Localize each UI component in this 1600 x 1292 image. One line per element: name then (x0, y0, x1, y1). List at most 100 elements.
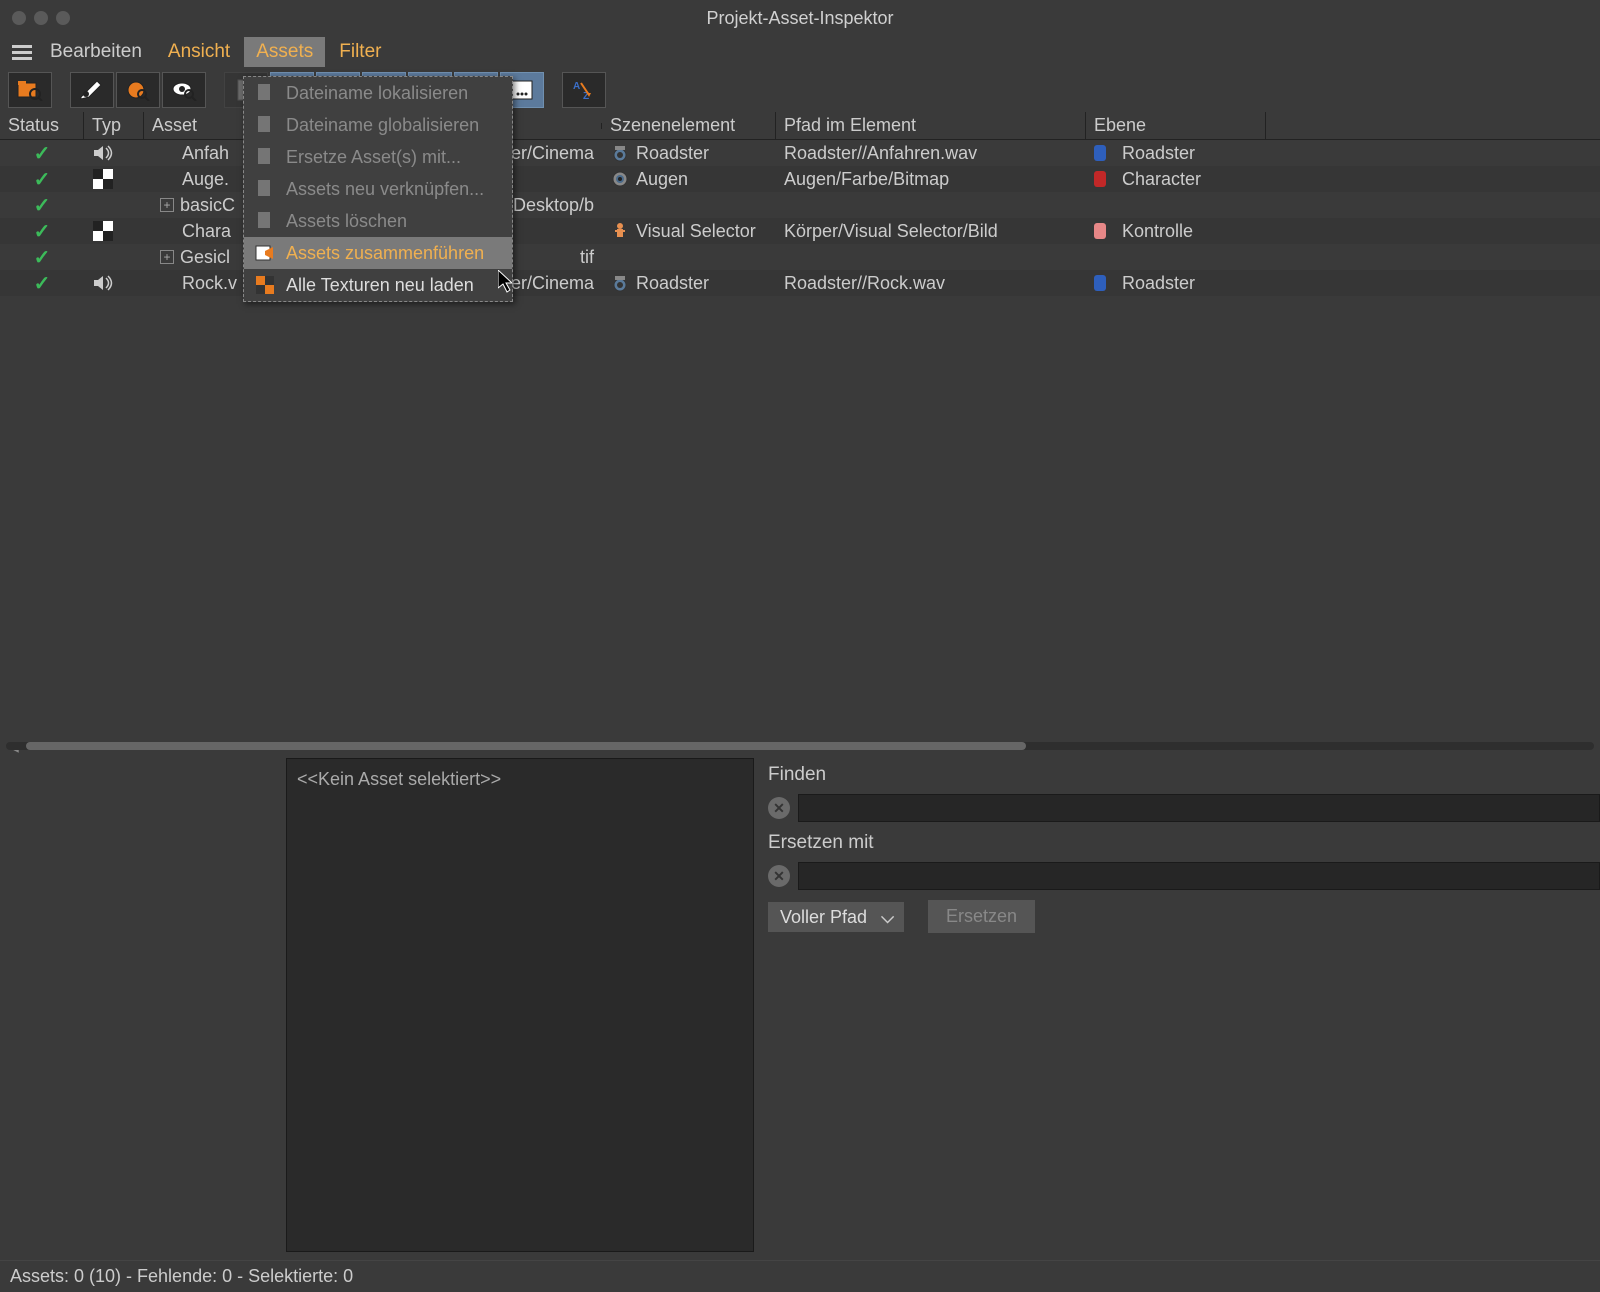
scrollbar-thumb[interactable] (26, 742, 1026, 750)
sort-az-icon[interactable]: AZ (562, 72, 606, 108)
status-ok-icon: ✓ (34, 245, 51, 270)
layer-name: Kontrolle (1122, 221, 1193, 242)
pencil-missing-icon[interactable] (70, 72, 114, 108)
table-row[interactable]: ✓ +Gesicl tif (0, 244, 1600, 270)
path-fragment: er/Cinema (511, 143, 594, 164)
replace-input[interactable] (798, 862, 1600, 890)
layer-name: Character (1122, 169, 1201, 190)
menu-relink[interactable]: Assets neu verknüpfen... (244, 173, 512, 205)
column-pfad[interactable]: Pfad im Element (776, 112, 1086, 139)
delete-icon (254, 210, 276, 232)
scene-name: Visual Selector (636, 221, 756, 242)
svg-text:A: A (573, 81, 580, 92)
find-replace-panel: Finden ✕ Ersetzen mit ✕ Voller Pfad Erse… (768, 758, 1600, 1252)
column-status[interactable]: Status (0, 112, 84, 139)
link-icon (254, 178, 276, 200)
path-fragment: Desktop/b (513, 195, 594, 216)
element-path: Roadster//Rock.wav (784, 273, 945, 294)
table-row[interactable]: ✓ Auge. Augen Augen/Farbe/Bitmap Charact… (0, 166, 1600, 192)
element-path: Augen/Farbe/Bitmap (784, 169, 949, 190)
column-typ[interactable]: Typ (84, 112, 144, 139)
menu-merge[interactable]: Assets zusammenführen (244, 237, 512, 269)
path-mode-select[interactable]: Voller Pfad (768, 902, 904, 932)
element-path: Roadster//Anfahren.wav (784, 143, 977, 164)
menu-localize[interactable]: Dateiname lokalisieren (244, 77, 512, 109)
find-missing-icon[interactable] (8, 72, 52, 108)
no-selection-label: <<Kein Asset selektiert>> (297, 769, 501, 789)
scene-icon (610, 169, 630, 189)
layer-name: Roadster (1122, 273, 1195, 294)
bottom-panel: <<Kein Asset selektiert>> Finden ✕ Erset… (0, 758, 1600, 1252)
window-controls (0, 11, 70, 25)
type-icon (92, 194, 114, 216)
type-icon (92, 246, 114, 268)
horizontal-scrollbar[interactable]: ◀ (6, 742, 1594, 752)
doc-swap-icon (254, 146, 276, 168)
merge-icon (254, 242, 276, 264)
replace-button[interactable]: Ersetzen (928, 900, 1035, 933)
layer-color-swatch (1094, 145, 1106, 161)
menu-replace[interactable]: Ersetze Asset(s) mit... (244, 141, 512, 173)
clear-find-button[interactable]: ✕ (768, 797, 790, 819)
scene-name: Roadster (636, 143, 709, 164)
layer-color-swatch (1094, 223, 1106, 239)
menu-delete[interactable]: Assets löschen (244, 205, 512, 237)
asset-name: Anfah (182, 143, 229, 164)
menu-edit[interactable]: Bearbeiten (38, 37, 154, 67)
toolbar: AZ (0, 68, 1600, 112)
scene-name: Augen (636, 169, 688, 190)
asset-name: Auge. (182, 169, 229, 190)
menu-assets[interactable]: Assets (244, 37, 325, 67)
scene-icon (610, 247, 630, 267)
asset-name: basicC (180, 195, 235, 216)
asset-name: Rock.v (182, 273, 237, 294)
table-header: Status Typ Asset Szenenelement Pfad im E… (0, 112, 1600, 140)
menubar: Bearbeiten Ansicht Assets Filter (0, 36, 1600, 68)
preview-panel: <<Kein Asset selektiert>> (286, 758, 754, 1252)
asset-name: Chara (182, 221, 231, 242)
reload-texture-icon (254, 274, 276, 296)
clear-replace-button[interactable]: ✕ (768, 865, 790, 887)
column-ebene[interactable]: Ebene (1086, 112, 1266, 139)
expand-icon[interactable]: + (160, 198, 174, 212)
menu-globalize[interactable]: Dateiname globalisieren (244, 109, 512, 141)
asset-table: ✓ Anfah er/Cinema Roadster Roadster//Anf… (0, 140, 1600, 296)
expand-icon[interactable]: + (160, 250, 174, 264)
statusbar: Assets: 0 (10) - Fehlende: 0 - Selektier… (0, 1260, 1600, 1292)
minimize-window-button[interactable] (34, 11, 48, 25)
layer-color-swatch (1094, 275, 1106, 291)
eye-search-icon[interactable] (162, 72, 206, 108)
type-icon (92, 168, 114, 190)
menu-reload-textures[interactable]: Alle Texturen neu laden (244, 269, 512, 301)
type-icon (92, 142, 114, 164)
element-path: Körper/Visual Selector/Bild (784, 221, 998, 242)
find-input[interactable] (798, 794, 1600, 822)
status-ok-icon: ✓ (34, 167, 51, 192)
layer-name: Roadster (1122, 143, 1195, 164)
close-window-button[interactable] (12, 11, 26, 25)
type-icon (92, 272, 114, 294)
menu-filter[interactable]: Filter (327, 37, 393, 67)
doc-icon (254, 114, 276, 136)
menu-view[interactable]: Ansicht (156, 37, 242, 67)
status-ok-icon: ✓ (34, 141, 51, 166)
doc-icon (254, 82, 276, 104)
layer-color-swatch (1094, 171, 1106, 187)
scene-icon (610, 221, 630, 241)
scene-icon (610, 143, 630, 163)
find-label: Finden (768, 764, 1600, 786)
scene-name: Roadster (636, 273, 709, 294)
table-row[interactable]: ✓ Chara Visual Selector Körper/Visual Se… (0, 218, 1600, 244)
circle-search-icon[interactable] (116, 72, 160, 108)
status-ok-icon: ✓ (34, 219, 51, 244)
window-title: Projekt-Asset-Inspektor (706, 8, 893, 29)
zoom-window-button[interactable] (56, 11, 70, 25)
table-row[interactable]: ✓ +basicC Desktop/b (0, 192, 1600, 218)
table-row[interactable]: ✓ Anfah er/Cinema Roadster Roadster//Anf… (0, 140, 1600, 166)
table-row[interactable]: ✓ Rock.v er/Cinema Roadster Roadster//Ro… (0, 270, 1600, 296)
hamburger-menu-icon[interactable] (8, 41, 36, 63)
scene-icon (610, 195, 630, 215)
column-szene[interactable]: Szenenelement (602, 112, 776, 139)
titlebar: Projekt-Asset-Inspektor (0, 0, 1600, 36)
replace-label: Ersetzen mit (768, 832, 1600, 854)
